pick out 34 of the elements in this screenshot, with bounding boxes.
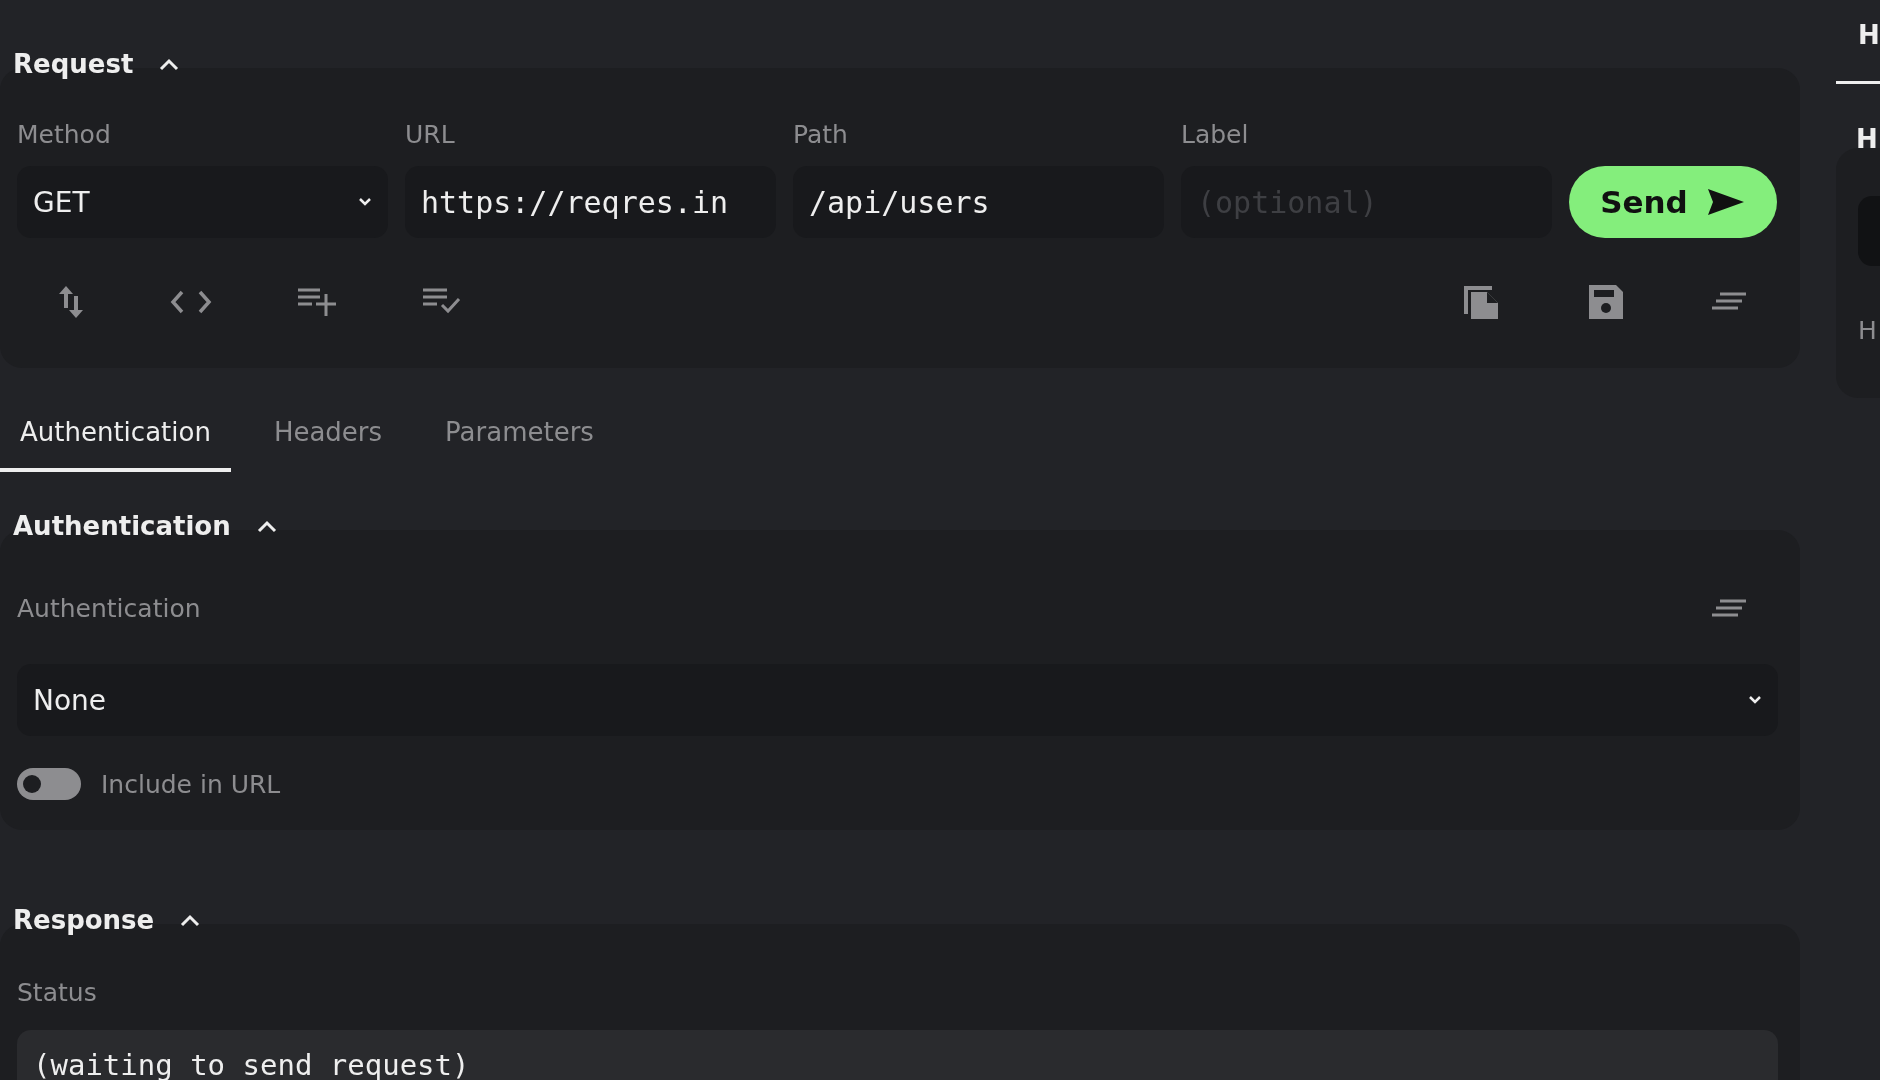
send-arrow-icon	[1705, 187, 1746, 217]
collapse-caret-icon[interactable]	[256, 519, 277, 533]
save-icon[interactable]	[1587, 283, 1625, 321]
field-label: Authentication	[17, 593, 201, 625]
section-title: Response	[13, 905, 155, 935]
toggle-switch[interactable]	[17, 768, 81, 800]
field-label: Status	[17, 977, 98, 1009]
tab[interactable]: H	[1836, 0, 1880, 84]
field-label: URL	[405, 119, 456, 151]
collapse-caret-icon[interactable]	[180, 913, 201, 927]
dropdown-caret-icon	[1748, 695, 1762, 705]
send-button[interactable]: Send	[1569, 166, 1777, 238]
input-field[interactable]: /api/users	[793, 166, 1164, 238]
tab[interactable]: Parameters	[425, 396, 614, 472]
tab[interactable]: Authentication	[0, 396, 231, 472]
lines-icon[interactable]	[1710, 598, 1748, 620]
add-list-icon[interactable]	[297, 288, 337, 316]
field-label: Method	[17, 119, 112, 151]
field-label: H	[1858, 316, 1878, 345]
field-label: Path	[793, 119, 849, 151]
toggle-label: Include in URL	[101, 769, 281, 799]
lines-icon[interactable]	[1710, 291, 1748, 313]
sort-arrows-icon[interactable]	[57, 284, 85, 320]
section-title: Request	[13, 49, 134, 79]
section-title: H	[1855, 123, 1879, 154]
dropdown-caret-icon	[358, 197, 372, 207]
authentication-dropdown[interactable]: None	[17, 664, 1778, 736]
collapse-caret-icon[interactable]	[159, 57, 180, 71]
input-field[interactable]: https://reqres.in	[405, 166, 776, 238]
method-dropdown[interactable]: GET	[17, 166, 388, 238]
code-icon[interactable]	[170, 290, 212, 314]
field-label: Label	[1181, 119, 1250, 151]
tab[interactable]: Headers	[253, 396, 403, 472]
section-title: Authentication	[13, 511, 231, 541]
